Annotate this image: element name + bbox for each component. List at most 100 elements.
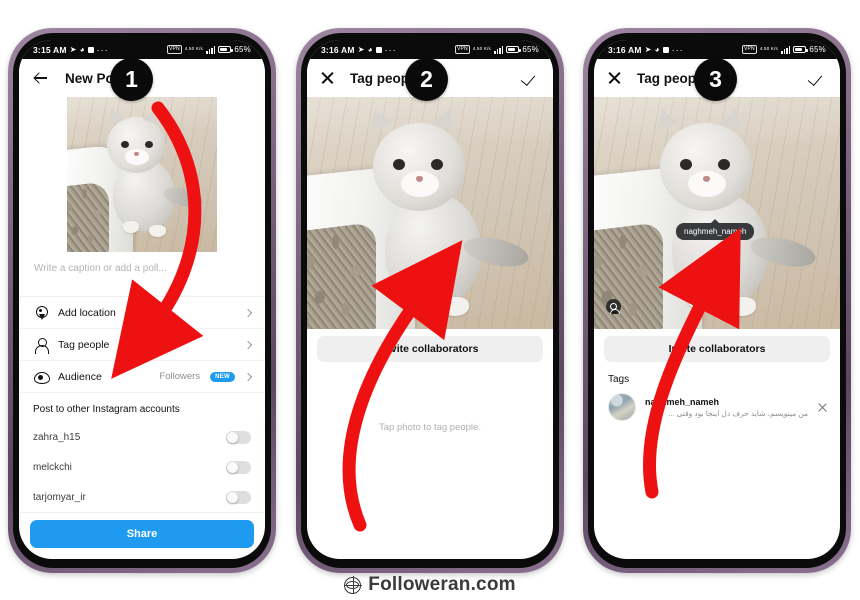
phone-bezel: 3:15 AM ➤ ◕ ··· VPN 4.50 K/s 65% New Pos…: [13, 33, 271, 568]
footer-watermark: Followeran.com: [0, 574, 860, 596]
status-left: 3:16 AM ➤ ◕ ···: [321, 45, 397, 55]
photo-litter: [594, 221, 663, 329]
status-right: VPN 4.50 K/s 65%: [741, 45, 826, 54]
tag-username: naghmeh_nameh: [645, 396, 720, 407]
battery-icon: [506, 46, 521, 53]
more-dots-icon: ···: [671, 44, 684, 55]
account-row[interactable]: melckchi: [19, 452, 265, 482]
phone1-photo-area: [19, 97, 265, 252]
back-arrow-icon[interactable]: [32, 70, 49, 87]
status-right: VPN 4.50 K/s 65%: [454, 45, 539, 54]
caption-input[interactable]: Write a caption or add a poll...: [19, 252, 265, 297]
phone2-screen: 3:16 AM ➤ ◕ ··· VPN 4.50 K/s 65% Tag peo…: [307, 40, 553, 559]
avatar: [608, 393, 636, 421]
brand-label: Followeran.com: [368, 574, 516, 595]
post-photo[interactable]: [67, 97, 217, 252]
share-bar: Share: [19, 512, 265, 548]
data-rate-label: 4.50 K/s: [472, 46, 491, 52]
step-badge-3: 3: [694, 58, 737, 101]
account-toggle[interactable]: [226, 430, 251, 444]
phone3-screen: 3:16 AM ➤ ◕ ··· VPN 4.50 K/s 65% Tag peo…: [594, 40, 840, 559]
square-icon: [87, 46, 94, 53]
account-row[interactable]: tarjomyar_ir: [19, 482, 265, 512]
status-left: 3:15 AM ➤ ◕ ···: [33, 45, 109, 55]
accounts-section-title: Post to other Instagram accounts: [33, 404, 180, 415]
phone1-screen: 3:15 AM ➤ ◕ ··· VPN 4.50 K/s 65% New Pos…: [19, 40, 265, 559]
close-icon[interactable]: [607, 71, 622, 86]
account-row[interactable]: zahra_h15: [19, 422, 265, 452]
step-badge-2: 2: [405, 58, 448, 101]
account-toggle[interactable]: [226, 460, 251, 474]
status-bar: 3:16 AM ➤ ◕ ··· VPN 4.50 K/s 65%: [594, 40, 840, 59]
battery-icon: [793, 46, 808, 53]
close-icon[interactable]: [320, 71, 335, 86]
post-photo[interactable]: naghmeh_nameh: [594, 97, 840, 329]
signal-icon: [781, 45, 791, 54]
battery-percent: 65%: [522, 45, 539, 54]
square-icon: [375, 46, 382, 53]
invite-bar: Invite collaborators: [594, 329, 840, 362]
battery-icon: [218, 46, 233, 53]
check-icon[interactable]: [522, 72, 540, 85]
account-toggle[interactable]: [226, 490, 251, 504]
tag-hint-text: Tap photo to tag people.: [379, 422, 481, 433]
vpn-icon: VPN: [741, 45, 757, 54]
phone2-photo-area: [307, 97, 553, 329]
phone3-photo-area: naghmeh_nameh: [594, 97, 840, 329]
option-label: Add location: [58, 306, 116, 319]
phone-bezel: 3:16 AM ➤ ◕ ··· VPN 4.50 K/s 65% Tag peo…: [588, 33, 846, 568]
invite-collaborators-button[interactable]: Invite collaborators: [604, 336, 830, 362]
step-badge-1: 1: [110, 58, 153, 101]
status-bar: 3:15 AM ➤ ◕ ··· VPN 4.50 K/s 65%: [19, 40, 265, 59]
option-audience[interactable]: Audience Followers NEW: [19, 361, 265, 393]
phone-mockup-3: 3:16 AM ➤ ◕ ··· VPN 4.50 K/s 65% Tag peo…: [583, 28, 851, 573]
new-badge: NEW: [210, 371, 235, 382]
signal-icon: [494, 45, 504, 54]
data-rate-label: 4.50 K/s: [184, 46, 203, 52]
status-time: 3:16 AM: [321, 44, 355, 55]
square-icon: [662, 46, 669, 53]
send-icon: ➤: [69, 44, 77, 54]
status-right: VPN 4.50 K/s 65%: [166, 45, 251, 54]
photo-tag-pill[interactable]: naghmeh_nameh: [676, 219, 755, 240]
message-icon: ◕: [367, 44, 373, 54]
account-name: tarjomyar_ir: [33, 491, 86, 503]
more-dots-icon: ···: [96, 44, 109, 55]
send-icon: ➤: [357, 44, 365, 54]
option-label: Audience: [58, 370, 102, 383]
option-tag-people[interactable]: Tag people: [19, 329, 265, 361]
location-pin-icon: [33, 305, 48, 320]
option-label: Tag people: [58, 338, 110, 351]
check-icon[interactable]: [809, 72, 827, 85]
tags-section-title: Tags: [608, 374, 630, 385]
message-icon: ◕: [654, 44, 660, 54]
invite-bar: Invite collaborators: [307, 329, 553, 362]
tag-person-badge-icon[interactable]: [606, 299, 621, 314]
vpn-icon: VPN: [166, 45, 182, 54]
account-name: melckchi: [33, 461, 72, 473]
phone-bezel: 3:16 AM ➤ ◕ ··· VPN 4.50 K/s 65% Tag peo…: [301, 33, 559, 568]
share-button[interactable]: Share: [30, 520, 254, 548]
photo-litter: [307, 221, 376, 329]
audience-eye-icon: [33, 369, 50, 384]
option-add-location[interactable]: Add location: [19, 297, 265, 329]
data-rate-label: 4.50 K/s: [759, 46, 778, 52]
phone-mockup-1: 3:15 AM ➤ ◕ ··· VPN 4.50 K/s 65% New Pos…: [8, 28, 276, 573]
send-icon: ➤: [644, 44, 652, 54]
status-time: 3:15 AM: [33, 44, 67, 55]
battery-percent: 65%: [234, 45, 251, 54]
photo-litter: [67, 180, 109, 252]
vpn-icon: VPN: [454, 45, 470, 54]
tag-meta: naghmeh_nameh من مینویسم، شاید حرف دل ای…: [645, 397, 808, 418]
tag-list-item[interactable]: naghmeh_nameh من مینویسم، شاید حرف دل ای…: [594, 391, 840, 421]
post-photo[interactable]: [307, 97, 553, 329]
battery-percent: 65%: [809, 45, 826, 54]
status-left: 3:16 AM ➤ ◕ ···: [608, 45, 684, 55]
chevron-right-icon: [243, 340, 253, 349]
globe-icon: [343, 575, 362, 595]
chevron-right-icon: [243, 372, 253, 381]
invite-collaborators-button[interactable]: Invite collaborators: [317, 336, 543, 362]
more-dots-icon: ···: [384, 44, 397, 55]
audience-value: Followers: [159, 371, 201, 382]
remove-tag-icon[interactable]: [817, 402, 828, 413]
